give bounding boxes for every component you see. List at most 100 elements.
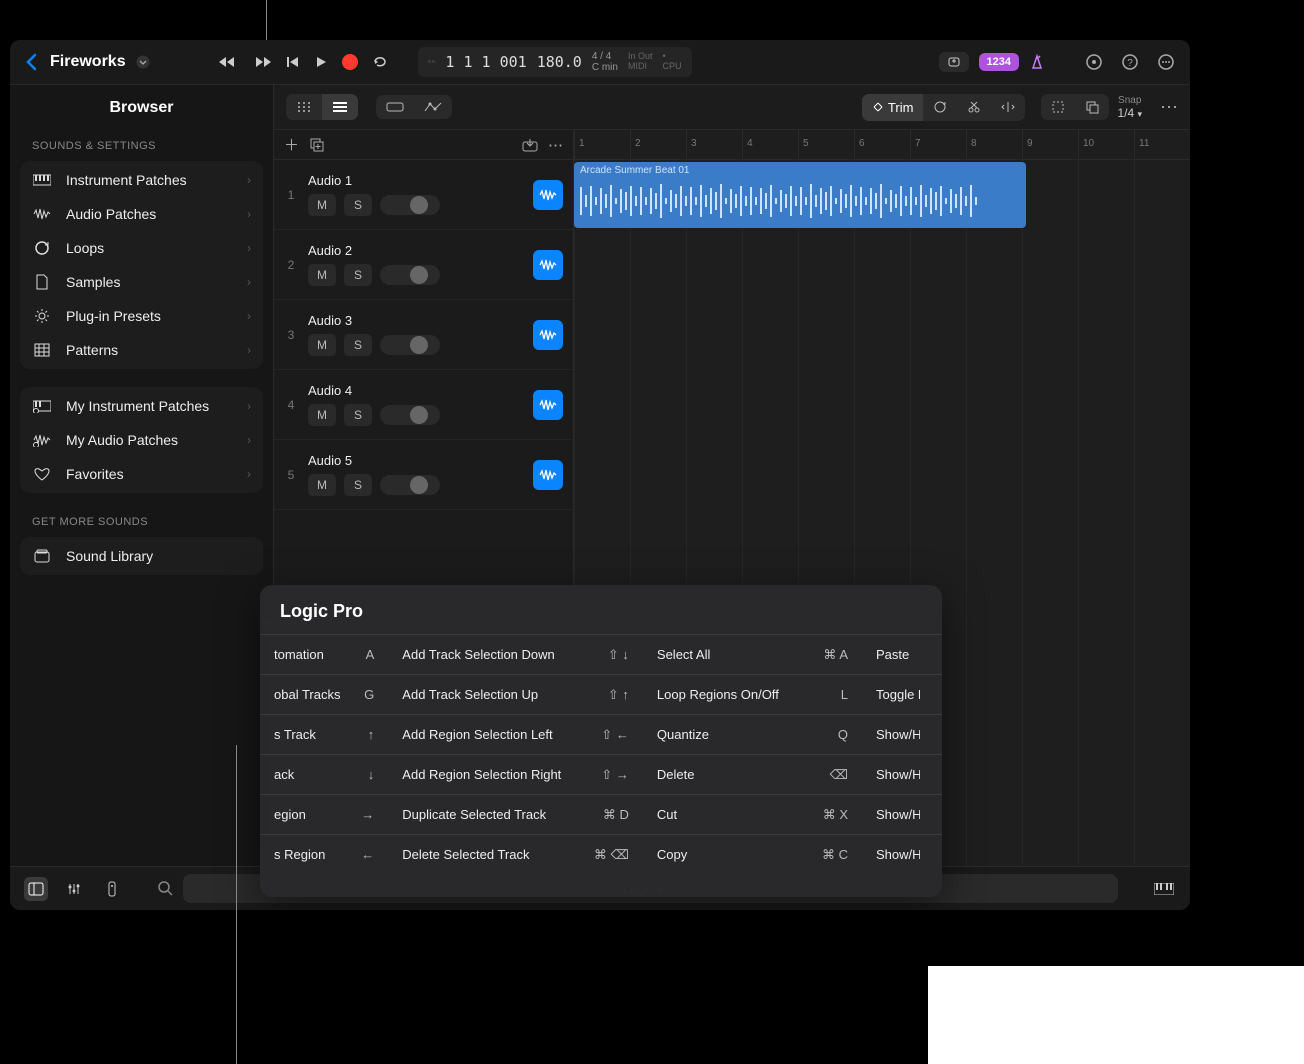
mute-button[interactable]: M <box>308 194 336 216</box>
solo-button[interactable]: S <box>344 194 372 216</box>
loop-tool-button[interactable] <box>923 94 957 121</box>
help-icon[interactable]: ? <box>1121 53 1139 71</box>
shortcut-row[interactable]: Show/Hic <box>862 794 942 834</box>
shortcut-row[interactable]: Paste <box>862 634 942 674</box>
sidebar-item-sound-library[interactable]: Sound Library <box>20 539 263 573</box>
play-button[interactable] <box>314 55 328 69</box>
track-type-icon[interactable] <box>533 390 563 420</box>
mute-button[interactable]: M <box>308 264 336 286</box>
shortcut-row[interactable]: QuantizeQ <box>643 714 862 754</box>
volume-slider[interactable] <box>380 405 440 425</box>
volume-slider[interactable] <box>380 195 440 215</box>
region-view-button[interactable] <box>376 95 414 119</box>
shortcut-label: Delete <box>657 767 822 782</box>
sidebar-item-plugin-presets[interactable]: Plug-in Presets› <box>20 299 263 333</box>
import-button[interactable] <box>522 138 538 152</box>
shortcut-row[interactable]: ack↓ <box>260 754 388 794</box>
sidebar-item-instrument-patches[interactable]: Instrument Patches› <box>20 163 263 197</box>
track-header[interactable]: 1 Audio 1 M S <box>274 160 573 230</box>
add-track-button[interactable]: ＋ <box>284 134 299 155</box>
audio-region[interactable]: Arcade Summer Beat 01 <box>574 162 1026 228</box>
shortcut-row[interactable]: tomationA <box>260 634 388 674</box>
browser-toggle-button[interactable] <box>24 877 48 901</box>
volume-slider[interactable] <box>380 265 440 285</box>
forward-button[interactable] <box>252 55 272 69</box>
ruler[interactable]: 1234567891011 <box>574 130 1190 160</box>
sidebar-item-favorites[interactable]: Favorites› <box>20 457 263 491</box>
shortcut-row[interactable]: Add Track Selection Up⇧ ↑ <box>388 674 643 714</box>
master-volume-icon[interactable] <box>1085 53 1103 71</box>
shortcut-row[interactable]: Show/Hic <box>862 714 942 754</box>
shortcut-row[interactable]: Delete Selected Track⌘ ⌫ <box>388 834 643 874</box>
sidebar-item-patterns[interactable]: Patterns› <box>20 333 263 367</box>
shortcut-row[interactable]: s Track↑ <box>260 714 388 754</box>
view-grid-button[interactable] <box>286 94 322 120</box>
shortcut-row[interactable]: Add Region Selection Left⇧ ← <box>388 714 643 754</box>
track-header[interactable]: 3 Audio 3 M S <box>274 300 573 370</box>
editor-toggle-button[interactable] <box>100 877 124 901</box>
sidebar-item-my-instrument-patches[interactable]: My Instrument Patches› <box>20 389 263 423</box>
volume-slider[interactable] <box>380 335 440 355</box>
project-name[interactable]: Fireworks <box>50 53 126 71</box>
track-type-icon[interactable] <box>533 320 563 350</box>
shortcut-row[interactable]: Add Region Selection Right⇧ → <box>388 754 643 794</box>
view-list-button[interactable] <box>322 94 358 120</box>
track-type-icon[interactable] <box>533 250 563 280</box>
split-tool-button[interactable] <box>991 94 1025 121</box>
lcd-display[interactable]: ◦◦ 1 1 1 001 180.0 4 / 4 C min In OutMID… <box>418 47 692 77</box>
shortcut-row[interactable]: Delete⌫ <box>643 754 862 794</box>
track-number: 2 <box>284 258 298 272</box>
shortcut-row[interactable]: Loop Regions On/OffL <box>643 674 862 714</box>
scissors-tool-button[interactable] <box>957 94 991 121</box>
duplicate-track-button[interactable] <box>309 137 325 153</box>
shortcut-row[interactable]: Add Track Selection Down⇧ ↓ <box>388 634 643 674</box>
toolbar-more-button[interactable]: ⋯ <box>1160 97 1178 118</box>
project-menu-chevron-icon[interactable] <box>136 55 150 69</box>
shortcut-row[interactable]: egion→ <box>260 794 388 834</box>
track-type-icon[interactable] <box>533 180 563 210</box>
sidebar-item-audio-patches[interactable]: Audio Patches› <box>20 197 263 231</box>
sidebar-item-my-audio-patches[interactable]: My Audio Patches› <box>20 423 263 457</box>
shortcut-row[interactable]: Show/Hic <box>862 754 942 794</box>
more-menu-icon[interactable] <box>1157 53 1175 71</box>
tuner-button[interactable] <box>939 52 969 72</box>
solo-button[interactable]: S <box>344 404 372 426</box>
track-header[interactable]: 2 Audio 2 M S <box>274 230 573 300</box>
chevron-right-icon: › <box>247 173 251 187</box>
keyboard-toggle-button[interactable] <box>1152 877 1176 901</box>
go-to-start-button[interactable] <box>286 55 300 69</box>
mute-button[interactable]: M <box>308 334 336 356</box>
sidebar-item-loops[interactable]: Loops› <box>20 231 263 265</box>
trim-tool-button[interactable]: Trim <box>862 94 924 121</box>
solo-button[interactable]: S <box>344 474 372 496</box>
track-header[interactable]: 5 Audio 5 M S <box>274 440 573 510</box>
sidebar-item-samples[interactable]: Samples› <box>20 265 263 299</box>
solo-button[interactable]: S <box>344 264 372 286</box>
record-button[interactable] <box>342 54 358 70</box>
shortcut-row[interactable]: Toggle Li <box>862 674 942 714</box>
shortcut-row[interactable]: Select All⌘ A <box>643 634 862 674</box>
shortcut-row[interactable]: Duplicate Selected Track⌘ D <box>388 794 643 834</box>
mute-button[interactable]: M <box>308 474 336 496</box>
shortcut-row[interactable]: Copy⌘ C <box>643 834 862 874</box>
back-button[interactable] <box>20 53 42 71</box>
cycle-button[interactable] <box>372 55 390 69</box>
track-type-icon[interactable] <box>533 460 563 490</box>
shortcut-row[interactable]: Show/Hic <box>862 834 942 874</box>
mixer-toggle-button[interactable] <box>62 877 86 901</box>
copy-tool-button[interactable] <box>1075 94 1109 120</box>
shortcut-row[interactable]: obal TracksG <box>260 674 388 714</box>
track-header-more-button[interactable]: ⋯ <box>548 136 563 154</box>
solo-button[interactable]: S <box>344 334 372 356</box>
marquee-tool-button[interactable] <box>1041 94 1075 120</box>
metronome-button[interactable] <box>1029 54 1045 70</box>
track-header[interactable]: 4 Audio 4 M S <box>274 370 573 440</box>
automation-view-button[interactable] <box>414 95 452 119</box>
shortcut-row[interactable]: s Region← <box>260 834 388 874</box>
volume-slider[interactable] <box>380 475 440 495</box>
shortcut-row[interactable]: Cut⌘ X <box>643 794 862 834</box>
snap-display[interactable]: Snap 1/4 ▾ <box>1117 95 1142 120</box>
rewind-button[interactable] <box>218 55 238 69</box>
mute-button[interactable]: M <box>308 404 336 426</box>
count-in-button[interactable]: 1234 <box>979 53 1019 71</box>
